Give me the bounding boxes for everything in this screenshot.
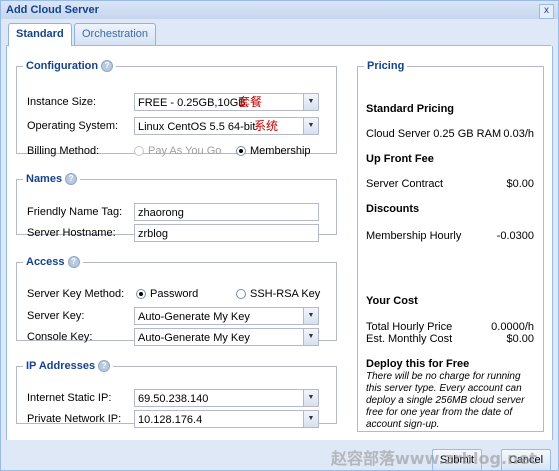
close-icon[interactable]: x [539, 4, 554, 19]
monthly-cost-row: Est. Monthly Cost $0.00 [366, 333, 534, 345]
os-label: Operating System: [27, 120, 119, 133]
configuration-legend: Configuration? [23, 60, 116, 73]
up-front-fee-heading: Up Front Fee [366, 153, 434, 165]
billing-membership-label: Membership [250, 145, 311, 158]
friendly-name-label: Friendly Name Tag: [27, 206, 123, 219]
radio-icon [134, 146, 144, 157]
total-hourly-row: Total Hourly Price 0.0000/h [366, 321, 534, 333]
configuration-fieldset: Configuration? Instance Size: FREE - 0.2… [16, 60, 337, 158]
key-method-password-radio[interactable]: Password [136, 288, 198, 300]
server-hostname-label: Server Hostname: [27, 227, 116, 240]
instance-size-select[interactable]: FREE - 0.25GB,10GB ▼ [134, 93, 319, 112]
instance-size-label: Instance Size: [27, 96, 97, 109]
internet-static-ip-value: 69.50.238.140 [138, 393, 209, 406]
dialog-title: Add Cloud Server [6, 4, 99, 16]
cloud-server-label: Cloud Server 0.25 GB RAM [366, 128, 502, 140]
ip-addresses-fieldset: IP Addresses? Internet Static IP: 69.50.… [16, 360, 337, 429]
os-value: Linux CentOS 5.5 64-bit [138, 121, 256, 134]
tab-orchestration[interactable]: Orchestration [74, 23, 157, 45]
names-legend-text: Names [26, 173, 63, 185]
monthly-cost-label: Est. Monthly Cost [366, 333, 453, 345]
pricing-fieldset: Pricing Standard Pricing Cloud Server 0.… [357, 60, 544, 432]
os-select[interactable]: Linux CentOS 5.5 64-bit ▼ [134, 117, 319, 136]
ip-legend-text: IP Addresses [26, 360, 96, 372]
watermark: 赵容部落www.zrblog.net [331, 449, 537, 468]
help-icon[interactable]: ? [67, 256, 80, 269]
help-icon[interactable]: ? [101, 60, 114, 73]
radio-icon [236, 289, 246, 300]
access-legend: Access? [23, 256, 83, 269]
add-cloud-server-dialog: Add Cloud Server x Standard Orchestratio… [0, 0, 559, 471]
billing-payg-label: Pay As You Go [148, 145, 222, 158]
server-key-method-label: Server Key Method: [27, 288, 125, 301]
radio-checked-icon [236, 146, 246, 157]
os-annotation: 系统 [254, 119, 279, 134]
help-icon[interactable]: ? [98, 360, 111, 373]
console-key-label: Console Key: [27, 331, 93, 344]
pricing-legend: Pricing [367, 60, 405, 72]
total-hourly-value: 0.0000/h [491, 321, 534, 333]
help-icon[interactable]: ? [65, 173, 78, 186]
total-hourly-label: Total Hourly Price [366, 321, 453, 333]
chevron-down-icon[interactable]: ▼ [303, 94, 318, 111]
dialog-titlebar[interactable]: Add Cloud Server x [1, 1, 558, 19]
private-network-ip-select[interactable]: 10.128.176.4 ▼ [134, 410, 319, 429]
internet-static-ip-select[interactable]: 69.50.238.140 ▼ [134, 389, 319, 408]
configuration-legend-text: Configuration [26, 60, 99, 72]
ip-legend: IP Addresses? [23, 360, 113, 373]
membership-hourly-row: Membership Hourly -0.0300 [366, 230, 534, 242]
server-key-select[interactable]: Auto-Generate My Key ▼ [134, 307, 319, 326]
server-contract-label: Server Contract [366, 178, 444, 190]
private-network-ip-label: Private Network IP: [27, 413, 122, 426]
server-contract-value: $0.00 [506, 178, 534, 190]
monthly-cost-value: $0.00 [506, 333, 534, 345]
cloud-server-value: 0.03/h [503, 128, 534, 140]
dialog-body: Configuration? Instance Size: FREE - 0.2… [6, 46, 553, 441]
radio-checked-icon [136, 289, 146, 300]
console-key-select[interactable]: Auto-Generate My Key ▼ [134, 328, 319, 347]
tab-strip: Standard Orchestration [6, 21, 551, 46]
console-key-value: Auto-Generate My Key [138, 332, 250, 345]
server-contract-row: Server Contract $0.00 [366, 178, 534, 190]
deploy-free-note: There will be no charge for running this… [366, 371, 525, 430]
cloud-server-price-row: Cloud Server 0.25 GB RAM 0.03/h [366, 128, 534, 140]
server-key-value: Auto-Generate My Key [138, 311, 250, 324]
chevron-down-icon[interactable]: ▼ [303, 411, 318, 428]
instance-size-value: FREE - 0.25GB,10GB [138, 97, 246, 110]
instance-size-annotation: 套餐 [238, 95, 263, 110]
chevron-down-icon[interactable]: ▼ [303, 329, 318, 346]
discounts-heading: Discounts [366, 203, 420, 215]
your-cost-heading: Your Cost [366, 295, 418, 307]
membership-hourly-value: -0.0300 [496, 230, 534, 242]
chevron-down-icon[interactable]: ▼ [303, 390, 318, 407]
deploy-free-heading: Deploy this for Free [366, 358, 470, 370]
server-hostname-input[interactable]: zrblog [134, 224, 319, 243]
friendly-name-input[interactable]: zhaorong [134, 203, 319, 222]
chevron-down-icon[interactable]: ▼ [303, 118, 318, 135]
access-legend-text: Access [26, 256, 65, 268]
key-method-password-label: Password [150, 288, 199, 301]
names-fieldset: Names? Friendly Name Tag: zhaorong Serve… [16, 173, 337, 243]
billing-membership-radio[interactable]: Membership [236, 145, 311, 157]
key-method-ssh-radio[interactable]: SSH-RSA Key [236, 288, 320, 300]
tab-standard[interactable]: Standard [8, 23, 72, 46]
standard-pricing-heading: Standard Pricing [366, 103, 455, 115]
access-fieldset: Access? Server Key Method: Password SSH-… [16, 256, 337, 347]
chevron-down-icon[interactable]: ▼ [303, 308, 318, 325]
server-key-label: Server Key: [27, 310, 85, 323]
membership-hourly-label: Membership Hourly [366, 230, 462, 242]
key-method-ssh-label: SSH-RSA Key [250, 288, 321, 301]
internet-static-ip-label: Internet Static IP: [27, 392, 112, 405]
billing-payg-radio[interactable]: Pay As You Go [134, 145, 221, 157]
billing-method-label: Billing Method: [27, 145, 100, 158]
private-network-ip-value: 10.128.176.4 [138, 414, 203, 427]
names-legend: Names? [23, 173, 80, 186]
